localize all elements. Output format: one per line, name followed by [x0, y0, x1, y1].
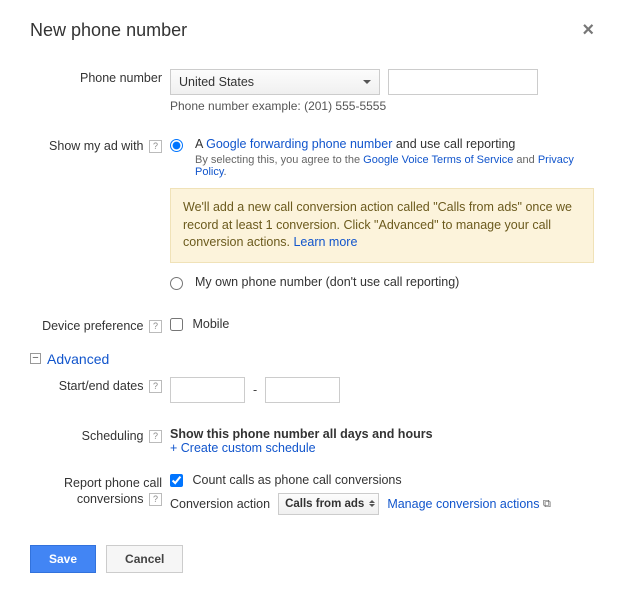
sched-label: Scheduling	[82, 429, 144, 443]
opt1-suffix: and use call reporting	[392, 137, 515, 151]
conv-action-value: Calls from ads	[285, 498, 364, 510]
conv-action-label: Conversion action	[170, 497, 270, 511]
create-schedule-link[interactable]: + Create custom schedule	[170, 441, 316, 455]
show-ad-label: Show my ad with	[49, 139, 143, 153]
dates-label: Start/end dates	[59, 379, 144, 393]
advanced-toggle[interactable]: − Advanced	[30, 351, 594, 367]
device-pref-label: Device preference	[42, 319, 143, 333]
country-select[interactable]: United States	[170, 69, 380, 95]
help-icon[interactable]: ?	[149, 380, 162, 393]
info-box: We'll add a new call conversion action c…	[170, 188, 594, 263]
count-calls-text: Count calls as phone call conversions	[192, 473, 401, 487]
help-icon[interactable]: ?	[149, 140, 162, 153]
sort-icon	[369, 500, 375, 507]
advanced-label: Advanced	[47, 351, 109, 367]
google-forwarding-link[interactable]: Google forwarding phone number	[206, 137, 392, 151]
cancel-button[interactable]: Cancel	[106, 545, 183, 573]
info-text: We'll add a new call conversion action c…	[183, 200, 572, 249]
report-label: Report phone call conversions	[64, 476, 162, 506]
manage-conversion-link[interactable]: Manage conversion actions ⧉	[387, 497, 551, 511]
mobile-text: Mobile	[192, 317, 229, 331]
conversion-action-select[interactable]: Calls from ads	[278, 493, 379, 515]
manage-conversion-text: Manage conversion actions	[387, 497, 539, 511]
tos-link[interactable]: Google Voice Terms of Service	[363, 154, 513, 166]
phone-number-label: Phone number	[30, 69, 170, 85]
date-separator: -	[245, 383, 265, 397]
help-icon[interactable]: ?	[149, 430, 162, 443]
help-icon[interactable]: ?	[149, 493, 162, 506]
close-icon[interactable]: ×	[582, 20, 594, 40]
help-icon[interactable]: ?	[149, 320, 162, 333]
phone-number-input[interactable]	[388, 69, 538, 95]
count-calls-checkbox[interactable]	[170, 474, 183, 487]
learn-more-link[interactable]: Learn more	[293, 235, 357, 249]
phone-number-example: Phone number example: (201) 555-5555	[170, 99, 594, 113]
radio-own-number[interactable]	[170, 277, 183, 290]
start-date-input[interactable]	[170, 377, 245, 403]
opt1-prefix: A	[195, 137, 206, 151]
chevron-down-icon	[363, 80, 371, 84]
country-select-value: United States	[179, 75, 254, 89]
agree-prefix: By selecting this, you agree to the	[195, 154, 363, 166]
end-date-input[interactable]	[265, 377, 340, 403]
radio-google-forwarding[interactable]	[170, 139, 183, 152]
mobile-checkbox-label[interactable]: Mobile	[170, 317, 229, 331]
opt2-label: My own phone number (don't use call repo…	[195, 275, 459, 289]
sched-title: Show this phone number all days and hour…	[170, 427, 594, 441]
external-link-icon: ⧉	[543, 498, 551, 510]
count-calls-label[interactable]: Count calls as phone call conversions	[170, 473, 402, 487]
page-title: New phone number	[30, 20, 187, 41]
agree-suffix: .	[224, 166, 227, 178]
collapse-icon: −	[30, 353, 41, 364]
agree-mid: and	[513, 154, 537, 166]
save-button[interactable]: Save	[30, 545, 96, 573]
mobile-checkbox[interactable]	[170, 318, 183, 331]
